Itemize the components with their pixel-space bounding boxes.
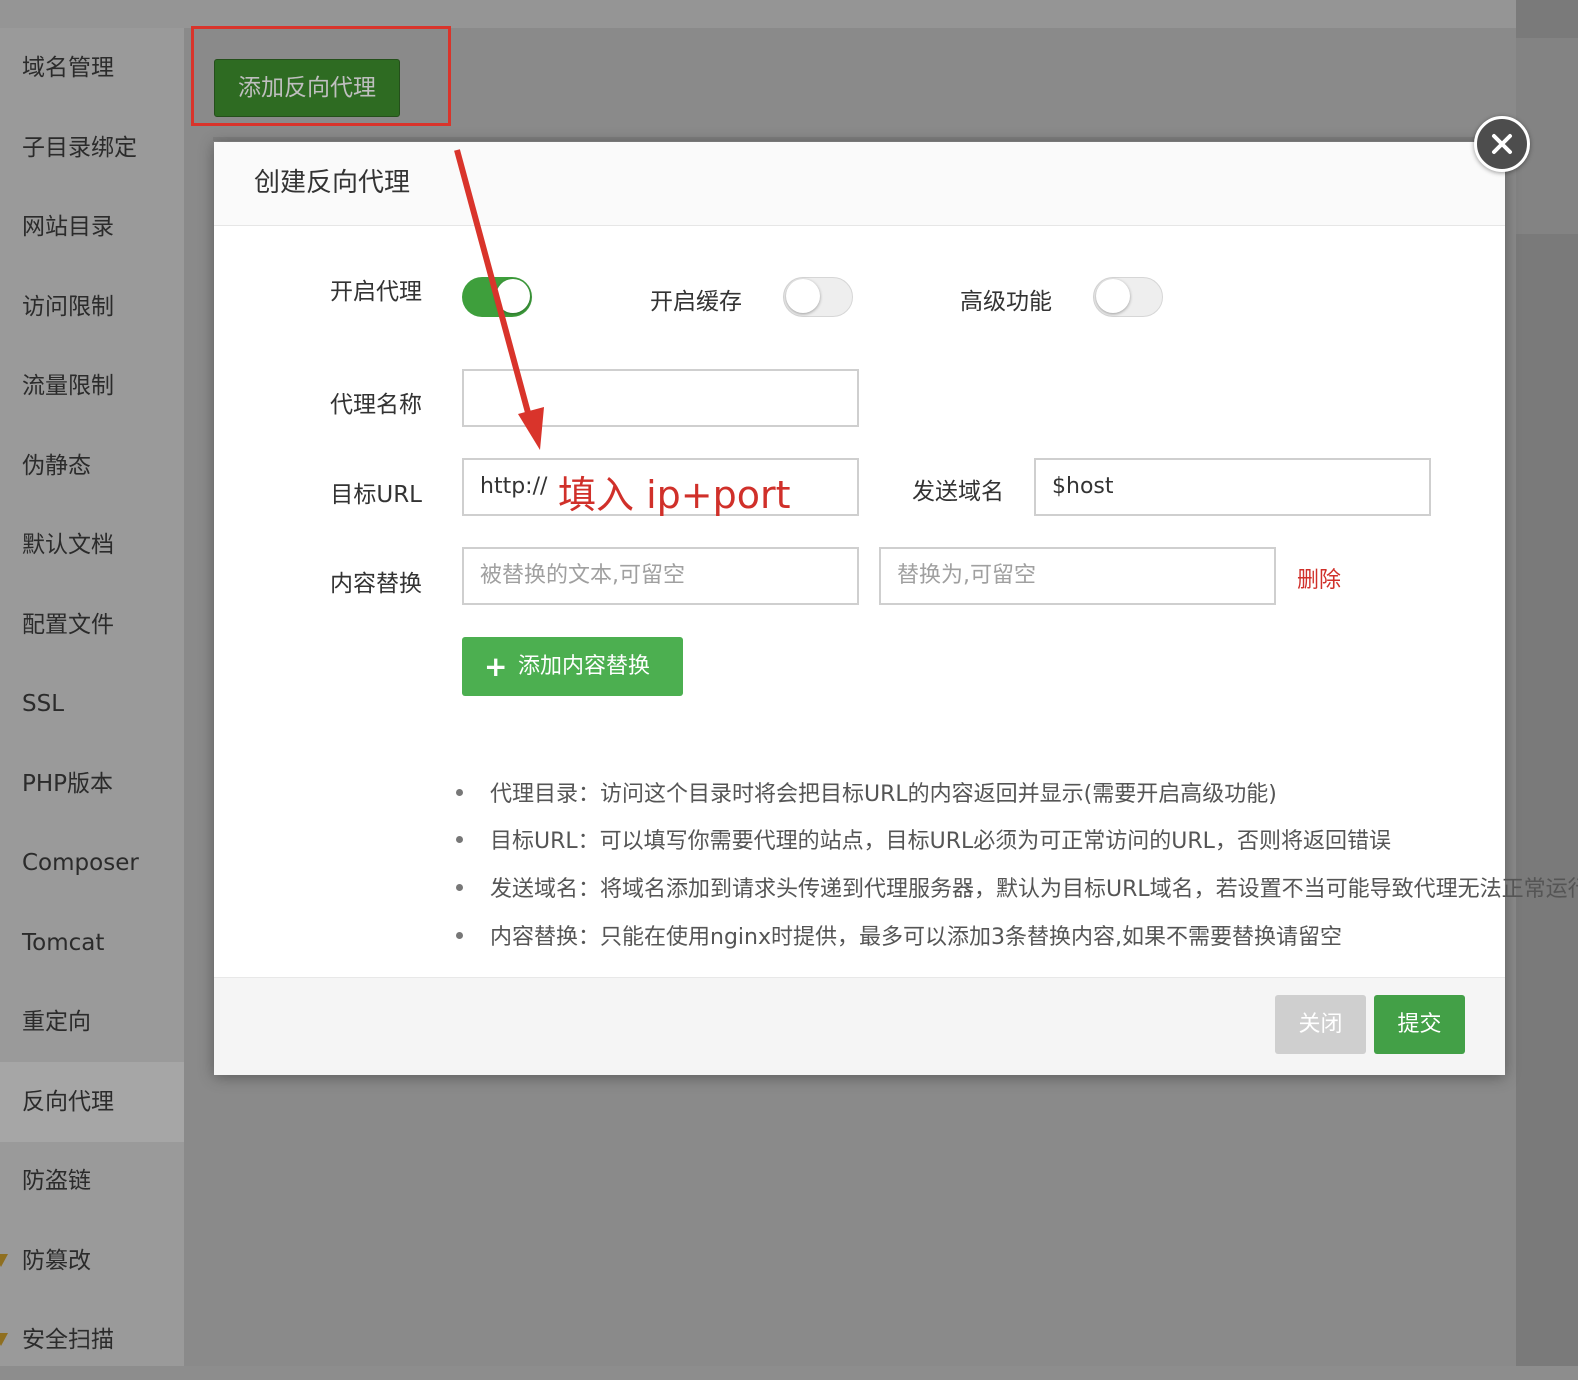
sidebar-item-label: PHP版本 [22,771,114,797]
sidebar-item-composer[interactable]: Composer [0,823,184,903]
create-reverse-proxy-dialog: 创建反向代理 开启代理 开启缓存 高级功能 代理名称 目标URL http://… [214,142,1578,1075]
sidebar-item-rewrite[interactable]: 伪静态 [0,426,184,506]
sidebar-item-label: Tomcat [22,930,105,956]
sidebar-item-label: 重定向 [22,1009,91,1035]
site-settings-sidebar: 域名管理 子目录绑定 网站目录 访问限制 流量限制 伪静态 默认文档 配置文件 … [0,28,184,1366]
table-header-bar [213,137,1516,141]
bullet-icon [456,836,463,843]
sidebar-item-label: 子目录绑定 [22,135,137,161]
sidebar-item-label: 防篡改 [22,1248,91,1274]
top-tab-strip [0,0,1516,29]
sidebar-item-ssl[interactable]: SSL [0,664,184,744]
sidebar-item-label: 安全扫描 [22,1327,114,1353]
gem-icon [0,1254,8,1267]
sidebar-item-label: SSL [22,691,65,717]
submit-button[interactable]: 提交 [1374,995,1465,1054]
send-domain-input[interactable]: $host [1034,458,1431,516]
toggle-knob [1096,279,1130,313]
dialog-title: 创建反向代理 [254,168,411,198]
advanced-toggle[interactable] [1093,277,1163,317]
dialog-header: 创建反向代理 [214,142,1505,226]
replace-from-input[interactable]: 被替换的文本,可留空 [462,547,859,605]
gem-icon [0,1333,8,1346]
bullet-icon [456,789,463,796]
annotation-hint-text: 填入 ip+port [558,473,791,517]
sidebar-item-site-directory[interactable]: 网站目录 [0,187,184,267]
sidebar-item-tomcat[interactable]: Tomcat [0,903,184,983]
sidebar-item-subdir-binding[interactable]: 子目录绑定 [0,108,184,188]
sidebar-item-security-scan[interactable]: 安全扫描 [0,1300,184,1380]
sidebar-item-label: 访问限制 [22,294,114,320]
sidebar-item-config-file[interactable]: 配置文件 [0,585,184,665]
sidebar-item-label: Composer [22,850,139,876]
enable-proxy-label: 开启代理 [330,279,422,305]
sidebar-item-label: 防盗链 [22,1168,91,1194]
add-content-replace-label: 添加内容替换 [518,654,651,679]
sidebar-item-domain[interactable]: 域名管理 [0,28,184,108]
sidebar-item-label: 流量限制 [22,373,114,399]
toggle-knob [496,279,530,313]
sidebar-item-default-doc[interactable]: 默认文档 [0,505,184,585]
enable-cache-label: 开启缓存 [650,289,742,315]
sidebar-item-tamper-proof[interactable]: 防篡改 [0,1221,184,1301]
dialog-close-icon[interactable] [1474,116,1530,172]
send-domain-label: 发送域名 [912,479,1004,505]
sidebar-item-label: 域名管理 [22,55,114,81]
bullet-icon [456,932,463,939]
advanced-label: 高级功能 [960,289,1052,315]
close-button[interactable]: 关闭 [1275,995,1366,1054]
replace-to-input[interactable]: 替换为,可留空 [879,547,1276,605]
plus-icon: + [484,650,508,683]
sidebar-item-traffic-limit[interactable]: 流量限制 [0,346,184,426]
content-replace-label: 内容替换 [330,571,422,597]
sidebar-item-reverse-proxy[interactable]: 反向代理 [0,1062,184,1142]
enable-proxy-toggle[interactable] [462,277,532,317]
add-content-replace-button[interactable]: + 添加内容替换 [462,637,683,696]
sidebar-item-label: 反向代理 [22,1089,114,1115]
sidebar-item-label: 伪静态 [22,453,91,479]
sidebar-item-redirect[interactable]: 重定向 [0,982,184,1062]
enable-cache-toggle[interactable] [783,277,853,317]
sidebar-item-label: 默认文档 [22,532,114,558]
sidebar-item-php-version[interactable]: PHP版本 [0,744,184,824]
proxy-name-input[interactable] [462,369,859,427]
add-reverse-proxy-button[interactable]: 添加反向代理 [214,59,400,117]
sidebar-item-label: 网站目录 [22,214,114,240]
sidebar-item-label: 配置文件 [22,612,114,638]
proxy-name-label: 代理名称 [330,392,422,418]
dialog-footer: 关闭 提交 [214,977,1505,1075]
toggle-knob [786,279,820,313]
sidebar-item-access-limit[interactable]: 访问限制 [0,267,184,347]
target-url-label: 目标URL [330,482,422,508]
bullet-icon [456,884,463,891]
sidebar-item-hotlink[interactable]: 防盗链 [0,1141,184,1221]
delete-replace-link[interactable]: 删除 [1297,562,1341,594]
